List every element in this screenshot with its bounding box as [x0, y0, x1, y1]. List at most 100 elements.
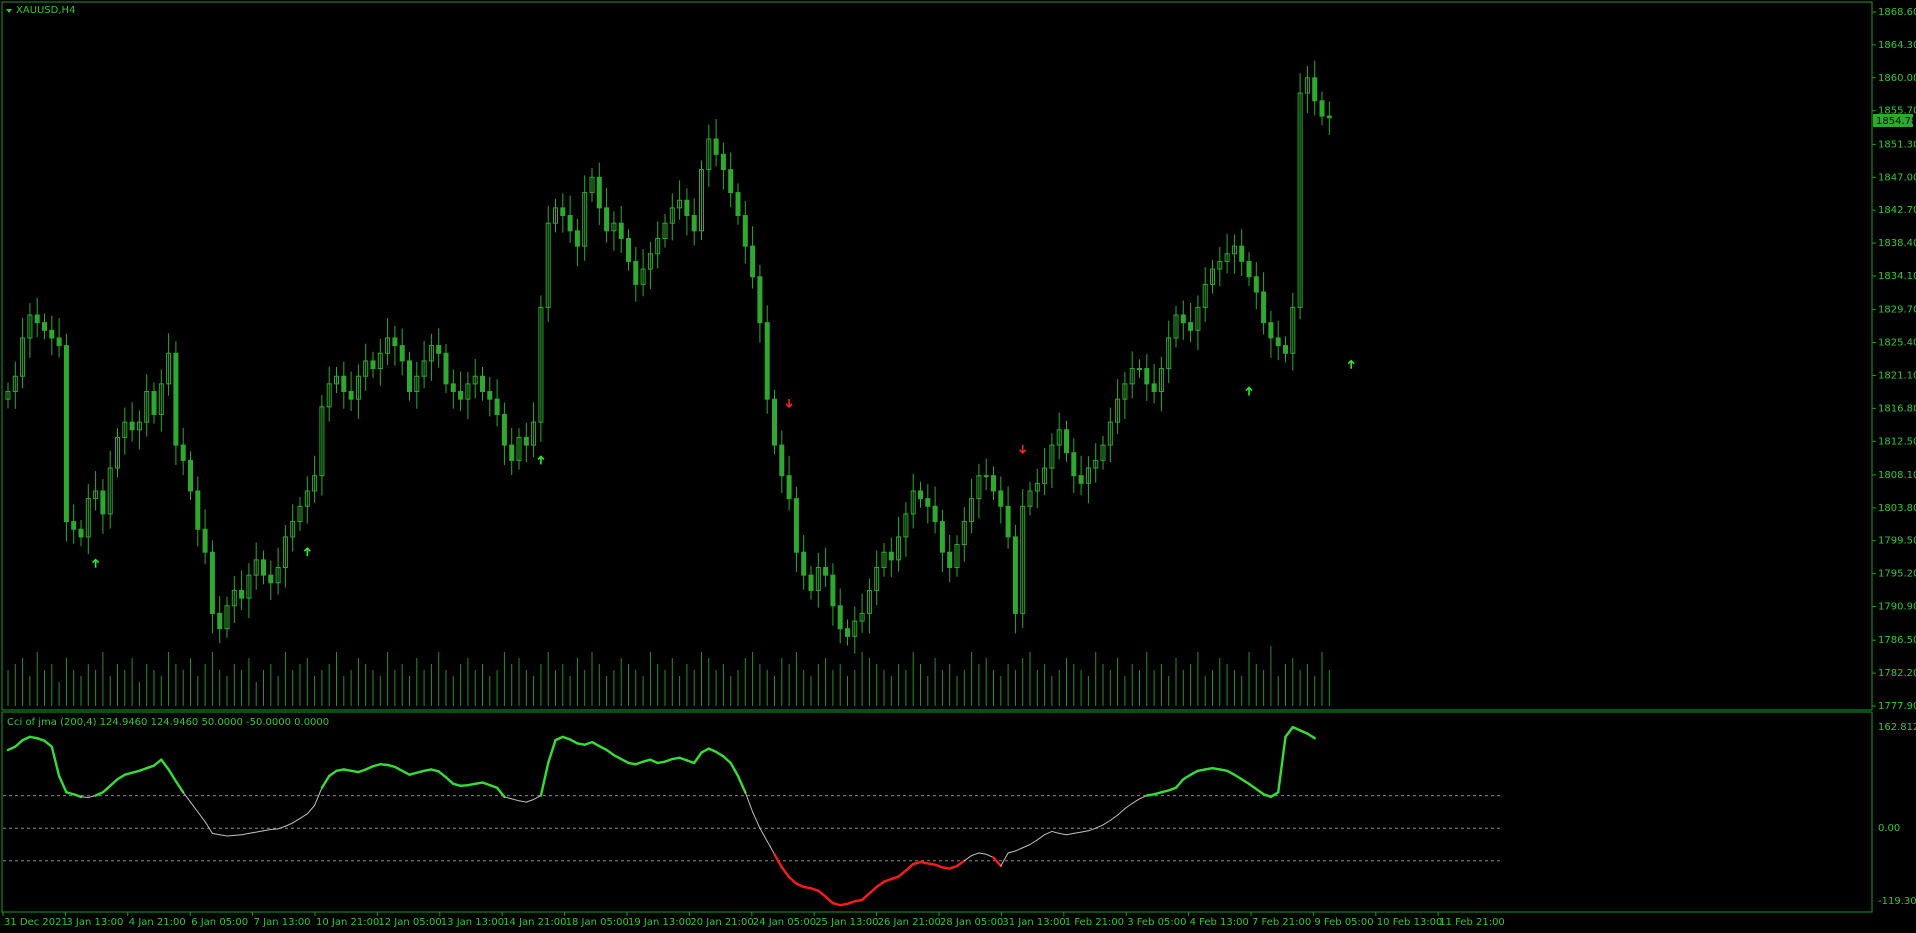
- cci-segment: [620, 757, 630, 765]
- candle-body: [392, 337, 398, 347]
- cci-segment: [700, 747, 710, 754]
- time-tick-label: 4 Jan 21:00: [129, 917, 186, 928]
- cci-segment: [1029, 839, 1038, 845]
- cci-segment: [1117, 808, 1126, 816]
- cci-segment: [904, 862, 915, 872]
- cci-segment: [533, 795, 542, 800]
- time-tick-label: 13 Jan 13:00: [441, 917, 504, 928]
- time-tick-label: 14 Jan 21:00: [503, 917, 566, 928]
- price-tick-label: 1834.10: [1878, 271, 1916, 282]
- indicator-axis: 162.8122 0.00 -119.3015: [1878, 722, 1916, 907]
- candle-body: [691, 215, 697, 232]
- cci-segment: [299, 813, 308, 819]
- candle-body: [56, 337, 62, 347]
- candle-body: [1012, 536, 1018, 614]
- candle-body: [480, 375, 485, 393]
- price-tick-label: 1795.20: [1878, 569, 1916, 580]
- candle-body: [793, 498, 799, 553]
- chart-canvas[interactable]: XAUUSD,H4 1868.601864.301860.001855.7018…: [0, 0, 1916, 933]
- cci-segment: [525, 798, 535, 803]
- time-tick-label: 25 Jan 13:00: [815, 917, 878, 928]
- price-tick-label: 1838.40: [1878, 238, 1916, 249]
- cci-segment: [174, 780, 185, 794]
- time-tick-label: 3 Feb 05:00: [1127, 917, 1186, 928]
- cci-segment: [766, 840, 775, 855]
- price-tick-label: 1842.70: [1878, 205, 1916, 216]
- cci-segment: [233, 834, 243, 836]
- cci-segment: [320, 774, 331, 789]
- current-price-value: 1854.78: [1876, 116, 1916, 127]
- cci-segment: [1109, 814, 1119, 821]
- time-tick-label: 28 Jan 05:00: [940, 917, 1003, 928]
- cci-segment: [1066, 832, 1075, 836]
- cci-segment: [284, 822, 294, 827]
- cci-segment: [722, 755, 732, 765]
- cci-segment: [292, 817, 301, 824]
- chevron-down-icon[interactable]: [6, 9, 12, 13]
- arrow-down-icon: [1019, 444, 1027, 455]
- cci-segment: [824, 895, 835, 905]
- cci-segment: [270, 828, 279, 830]
- candle-body: [837, 605, 843, 630]
- cci-segment: [393, 765, 404, 772]
- indicator-label: Cci of jma (200,4) 124.9460 124.9460 50.…: [7, 717, 329, 728]
- price-tick-label: 1829.70: [1878, 305, 1916, 316]
- cci-segment: [992, 856, 1002, 868]
- cci-segment: [108, 778, 119, 787]
- time-tick-label: 10 Feb 13:00: [1377, 917, 1443, 928]
- candle-body: [1151, 383, 1157, 393]
- candle-body: [63, 345, 69, 523]
- cci-segment: [1022, 843, 1031, 849]
- cci-segment: [226, 834, 235, 837]
- price-tick-label: 1825.40: [1878, 338, 1916, 349]
- cci-segment: [263, 828, 272, 832]
- candle-body: [407, 360, 412, 393]
- cci-segment: [1044, 830, 1053, 836]
- cci-segment: [568, 738, 579, 745]
- candle-body: [151, 391, 157, 415]
- cci-segment: [314, 787, 323, 806]
- candle-body: [932, 505, 938, 523]
- cci-segment: [306, 804, 316, 815]
- candle-body: [618, 222, 624, 239]
- cci-segment: [437, 770, 448, 779]
- candle-body: [728, 169, 734, 194]
- candle-body: [71, 521, 77, 530]
- candle-body: [596, 176, 602, 209]
- candle-body: [78, 528, 84, 538]
- candle-body: [1275, 337, 1281, 347]
- candle-body: [947, 551, 953, 569]
- price-tick-label: 1799.50: [1878, 536, 1916, 547]
- time-tick-label: 3 Jan 13:00: [66, 917, 123, 928]
- cci-segment: [1189, 769, 1200, 776]
- candle-body: [239, 589, 245, 599]
- cci-segment: [590, 740, 601, 748]
- candle-body: [574, 230, 580, 247]
- time-tick-label: 31 Jan 13:00: [1002, 917, 1065, 928]
- cci-segment: [1247, 782, 1258, 791]
- cci-line: [6, 725, 1316, 907]
- candle-body: [1326, 115, 1332, 119]
- indicator-tick-label: 0.00: [1878, 823, 1900, 834]
- price-tick-label: 1860.00: [1878, 73, 1916, 84]
- cci-level-lines: [3, 795, 1500, 862]
- time-tick-label: 4 Feb 13:00: [1190, 917, 1249, 928]
- cci-segment: [897, 869, 908, 878]
- time-axis: 31 Dec 20213 Jan 13:00 4 Jan 21:00 6 Jan 0…: [2, 912, 1505, 928]
- cci-segment: [1051, 830, 1060, 834]
- cci-segment: [152, 758, 163, 767]
- symbol-label[interactable]: XAUUSD,H4: [6, 5, 75, 16]
- time-tick-label: 19 Jan 13:00: [628, 917, 691, 928]
- candle-body: [918, 490, 923, 500]
- cci-segment: [955, 859, 966, 868]
- cci-segment: [101, 784, 112, 794]
- cci-segment: [72, 793, 83, 799]
- candle-body: [261, 559, 266, 576]
- candle-body: [494, 398, 500, 415]
- price-tick-label: 1803.80: [1878, 503, 1916, 514]
- candle-body: [845, 628, 850, 637]
- candle-body: [764, 322, 770, 400]
- candle-body: [1253, 276, 1259, 293]
- candle-body: [750, 245, 756, 278]
- candle-body: [370, 360, 376, 370]
